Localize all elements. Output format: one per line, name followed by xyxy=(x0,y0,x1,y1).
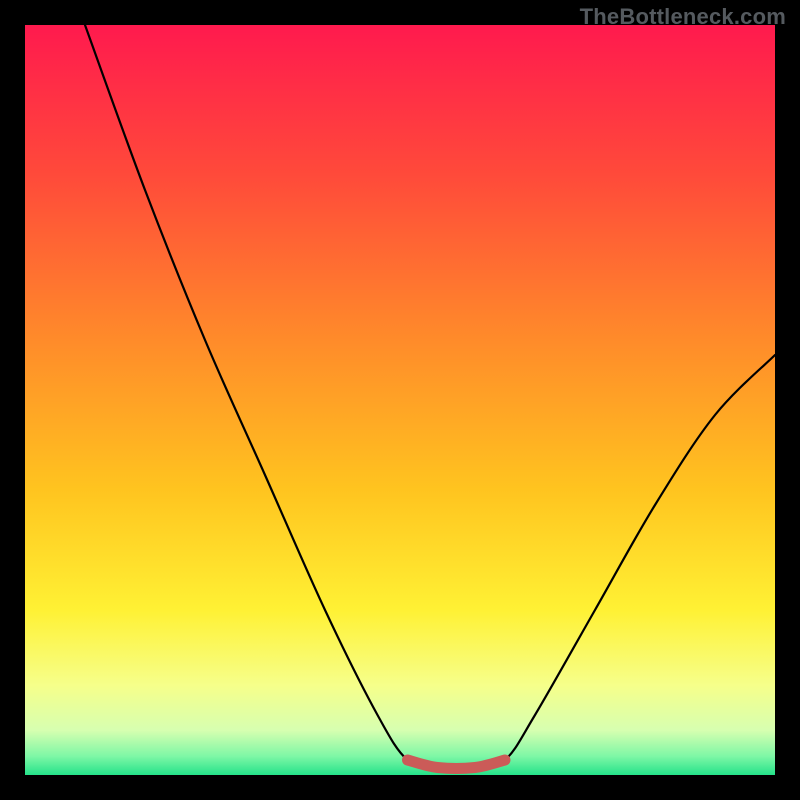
bottleneck-chart xyxy=(25,25,775,775)
watermark-text: TheBottleneck.com xyxy=(580,4,786,30)
gradient-background xyxy=(25,25,775,775)
plot-area xyxy=(25,25,775,775)
chart-frame: TheBottleneck.com xyxy=(0,0,800,800)
